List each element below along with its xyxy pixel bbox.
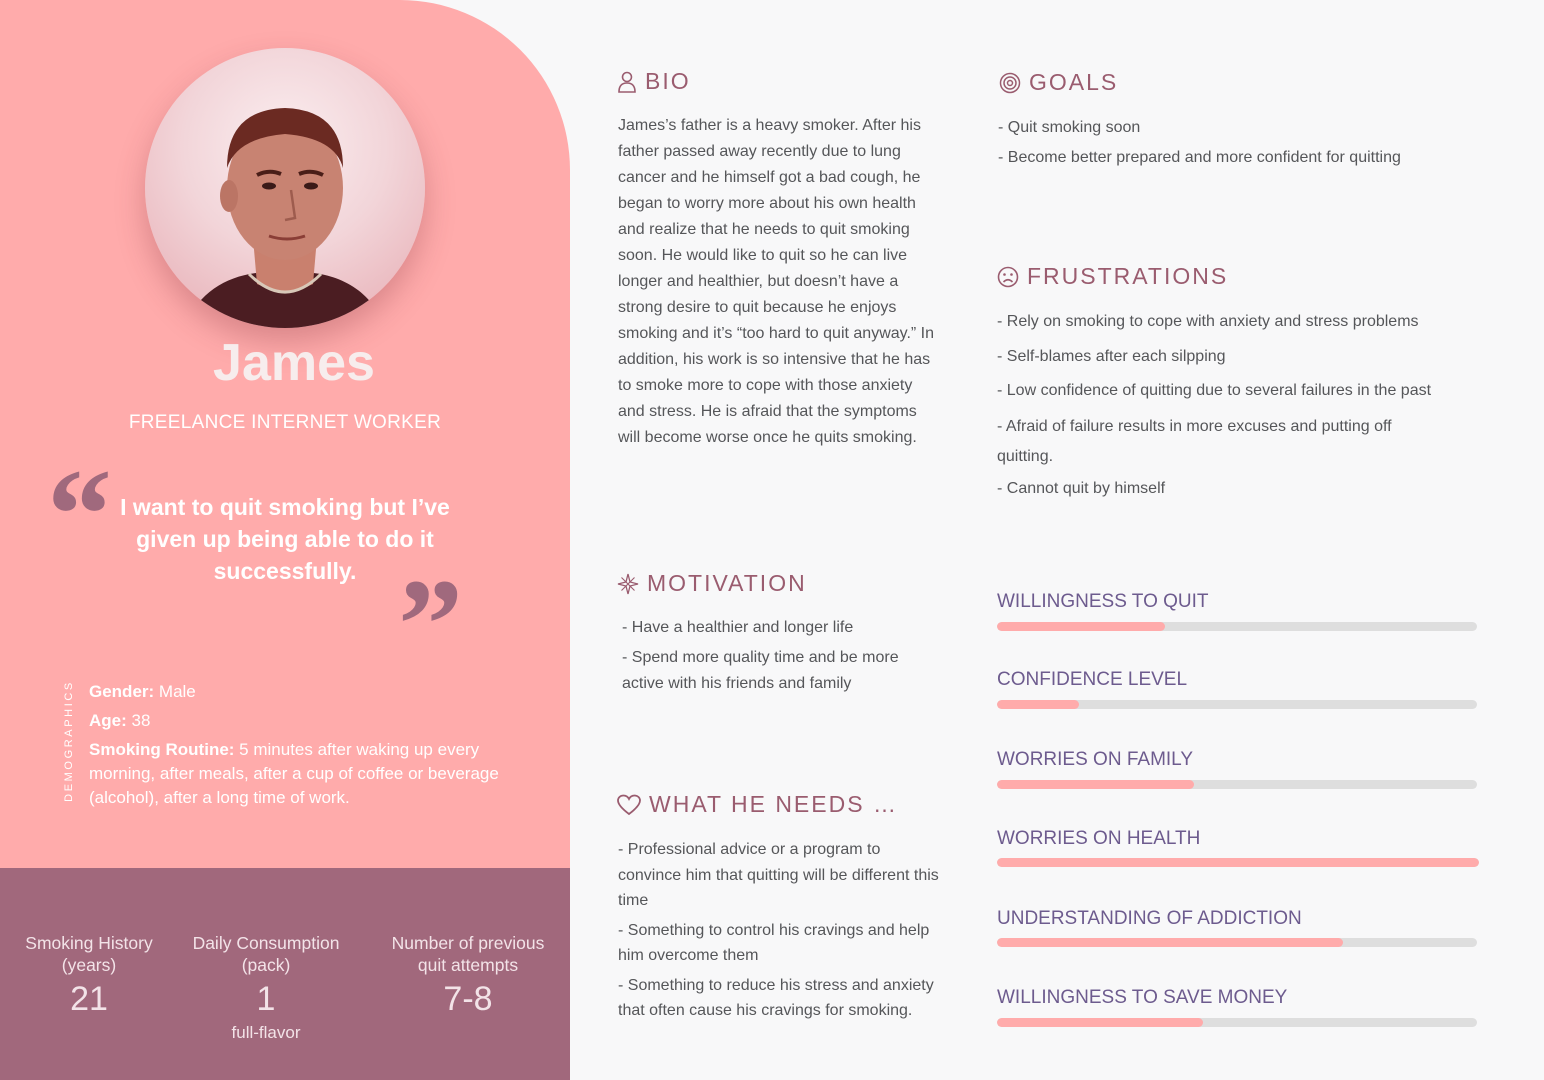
list-item: - Cannot quit by himself bbox=[997, 480, 1166, 497]
goals-section-title: GOALS bbox=[999, 69, 1118, 96]
stat-label: Smoking History bbox=[25, 933, 153, 953]
stat-smoking-history: Smoking History (years) 21 bbox=[14, 932, 164, 1020]
needs-section-title: WHAT HE NEEDS … bbox=[617, 791, 898, 818]
list-item: - Become better prepared and more confid… bbox=[998, 149, 1401, 166]
list-item: - Quit smoking soon bbox=[998, 119, 1141, 136]
bio-title: BIO bbox=[645, 68, 691, 94]
close-quote-icon: ” bbox=[398, 553, 463, 697]
stat-label: Number of previous bbox=[391, 933, 545, 953]
stat-label: quit attempts bbox=[417, 955, 519, 975]
meter-fill bbox=[997, 938, 1343, 947]
list-item: - Low confidence of quitting due to seve… bbox=[997, 382, 1432, 399]
demographics-label: DEMOGRAPHICS bbox=[63, 680, 75, 802]
meter-track bbox=[997, 780, 1477, 789]
demographics-list: Gender: Male Age: 38 Smoking Routine: 5 … bbox=[89, 680, 539, 815]
list-item: - Professional advice or a program to co… bbox=[618, 841, 939, 909]
needs-list: - Professional advice or a program to co… bbox=[618, 837, 943, 1024]
stat-value: 7-8 bbox=[443, 980, 493, 1018]
meter-track bbox=[997, 938, 1477, 947]
age-value: 38 bbox=[126, 711, 151, 730]
persona-role: FREELANCE INTERNET WORKER bbox=[128, 412, 442, 433]
bio-text: James’s father is a heavy smoker. After … bbox=[618, 117, 935, 446]
heart-icon bbox=[617, 794, 641, 815]
routine-row: Smoking Routine: 5 minutes after waking … bbox=[89, 738, 539, 810]
frown-icon bbox=[997, 266, 1019, 287]
avatar bbox=[145, 48, 425, 328]
meter-fill bbox=[997, 858, 1479, 867]
meter-fill bbox=[997, 700, 1079, 709]
meter-label: WILLINGNESS TO SAVE MONEY bbox=[997, 987, 1288, 1008]
meter-track bbox=[997, 622, 1477, 631]
person-portrait-icon bbox=[185, 108, 385, 328]
meter-label: WILLINGNESS TO QUIT bbox=[997, 591, 1209, 612]
smoking-stats-bar: Smoking History (years) 21 Daily Consump… bbox=[0, 868, 570, 1080]
needs-title: WHAT HE NEEDS … bbox=[649, 791, 898, 817]
list-item: - Spend more quality time and be more ac… bbox=[622, 649, 899, 692]
meter-track bbox=[997, 858, 1479, 867]
gender-row: Gender: Male bbox=[89, 680, 539, 704]
frustrations-list: - Rely on smoking to cope with anxiety a… bbox=[997, 309, 1447, 502]
compass-star-icon bbox=[617, 573, 639, 594]
open-quote-icon: “ bbox=[47, 443, 112, 587]
age-row: Age: 38 bbox=[89, 709, 539, 733]
meter-label: CONFIDENCE LEVEL bbox=[997, 669, 1188, 690]
stat-label: Daily Consumption bbox=[192, 933, 340, 953]
persona-name: James bbox=[213, 334, 375, 392]
frustrations-section-title: FRUSTRATIONS bbox=[997, 263, 1228, 290]
stat-label: (years) bbox=[61, 955, 117, 975]
age-key: Age: bbox=[89, 711, 127, 730]
stat-note: full-flavor bbox=[231, 1023, 301, 1042]
list-item: - Something to control his cravings and … bbox=[618, 921, 930, 965]
list-item: - Have a healthier and longer life bbox=[622, 619, 854, 636]
gender-key: Gender: bbox=[89, 682, 155, 701]
stat-value: 21 bbox=[70, 980, 108, 1018]
meter-label: UNDERSTANDING OF ADDICTION bbox=[997, 908, 1302, 929]
meter-label: WORRIES ON HEALTH bbox=[997, 828, 1201, 849]
person-icon bbox=[618, 71, 636, 93]
goals-title: GOALS bbox=[1029, 69, 1119, 95]
meter-fill bbox=[997, 1018, 1204, 1027]
stat-daily-consumption: Daily Consumption (pack) 1 full-flavor bbox=[181, 932, 351, 1044]
bio-section-title: BIO bbox=[617, 68, 691, 95]
stat-label: (pack) bbox=[241, 955, 291, 975]
profile-panel: James FREELANCE INTERNET WORKER “ I want… bbox=[0, 0, 570, 1080]
frustrations-title: FRUSTRATIONS bbox=[1027, 263, 1229, 289]
motivation-list: - Have a healthier and longer life - Spe… bbox=[622, 615, 942, 697]
motivation-section-title: MOTIVATION bbox=[617, 570, 807, 597]
list-item: - Self-blames after each silpping bbox=[997, 348, 1226, 365]
list-item: - Rely on smoking to cope with anxiety a… bbox=[997, 313, 1419, 330]
meter-track bbox=[997, 1018, 1477, 1027]
list-item: - Afraid of failure results in more excu… bbox=[997, 418, 1392, 465]
meter-fill bbox=[997, 622, 1165, 631]
meter-track bbox=[997, 700, 1477, 709]
list-item: - Something to reduce his stress and anx… bbox=[618, 976, 934, 1020]
routine-key: Smoking Routine: bbox=[89, 740, 235, 759]
gender-value: Male bbox=[154, 682, 196, 701]
target-icon bbox=[999, 72, 1021, 93]
meter-fill bbox=[997, 780, 1194, 789]
stat-value: 1 bbox=[256, 980, 276, 1018]
meter-label: WORRIES ON FAMILY bbox=[997, 749, 1194, 770]
motivation-title: MOTIVATION bbox=[647, 570, 807, 596]
stat-quit-attempts: Number of previous quit attempts 7-8 bbox=[378, 932, 558, 1020]
goals-list: - Quit smoking soon - Become better prep… bbox=[998, 115, 1478, 171]
